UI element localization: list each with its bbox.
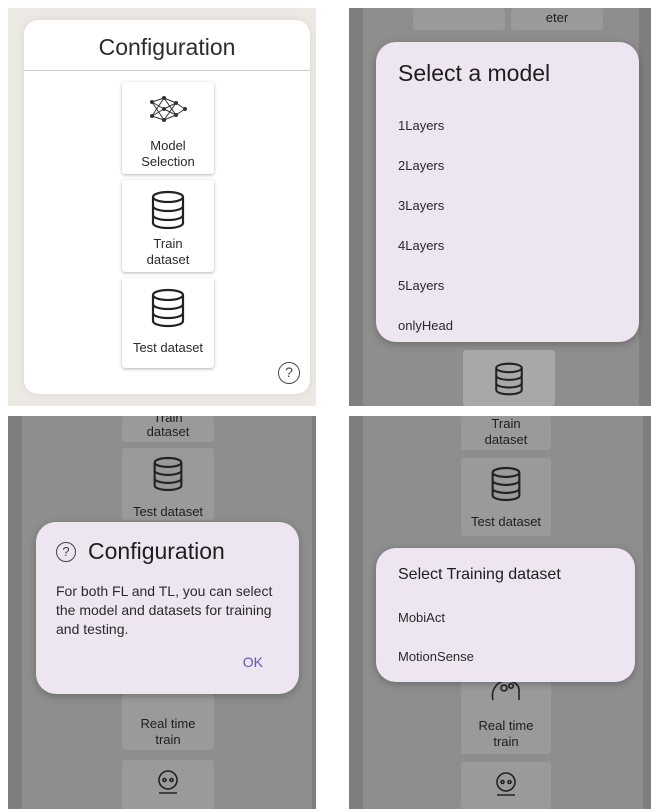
dimmed-tile — [463, 350, 555, 406]
help-icon: ? — [56, 542, 76, 562]
dimmed-tile: Test dataset — [461, 458, 551, 536]
dimmed-test-label: Test dataset — [470, 514, 542, 529]
select-model-screen: eter Select a model 1Layers 2Layers 3Lay… — [349, 8, 651, 406]
train-dataset-button[interactable]: Train dataset — [122, 180, 214, 272]
model-selection-button[interactable]: Model Selection — [122, 82, 214, 174]
model-option-2layers[interactable]: 2Layers — [398, 158, 444, 173]
dimmed-train-label-line1: Train — [491, 416, 521, 431]
dataset-option-motionsense[interactable]: MotionSense — [398, 649, 474, 664]
dimmed-tile-label: eter — [545, 10, 569, 25]
robot-icon — [158, 770, 178, 794]
configuration-help-screen: Train dataset Test dataset Real time tra… — [8, 416, 316, 809]
test-dataset-button[interactable]: Test dataset — [122, 278, 214, 368]
dimmed-tile — [461, 762, 551, 809]
dataset-option-mobiact[interactable]: MobiAct — [398, 610, 445, 625]
configuration-help-dialog: ? Configuration For both FL and TL, you … — [36, 522, 299, 694]
dimmed-train-label-line2: dataset — [484, 432, 528, 447]
dimmed-test-label: Test dataset — [132, 504, 204, 519]
ok-button[interactable]: OK — [243, 654, 263, 670]
dialog-message: For both FL and TL, you can select the m… — [56, 583, 273, 637]
help-icon[interactable]: ? — [278, 362, 300, 384]
train-dataset-label-line1: Train — [153, 236, 183, 251]
dimmed-tile: Test dataset — [122, 448, 214, 520]
dimmed-train-label-line2: dataset — [146, 424, 190, 439]
select-training-dataset-screen: Train dataset Test dataset Real time tra… — [349, 416, 651, 809]
dimmed-realtime-label-line2: train — [493, 734, 519, 749]
test-dataset-label: Test dataset — [132, 340, 204, 355]
configuration-card: Configuration Model Selection Train data… — [24, 20, 310, 394]
database-icon — [151, 288, 185, 328]
dialog-title: Configuration — [88, 538, 225, 564]
model-option-3layers[interactable]: 3Layers — [398, 198, 444, 213]
dialog-title: Select a model — [398, 60, 551, 86]
select-model-dialog: Select a model 1Layers 2Layers 3Layers 4… — [376, 42, 639, 342]
page-title: Configuration — [98, 34, 236, 60]
dimmed-tile: Train dataset — [461, 416, 551, 450]
model-selection-label-line2: Selection — [141, 154, 195, 169]
model-option-1layers[interactable]: 1Layers — [398, 118, 444, 133]
robot-icon — [496, 772, 516, 796]
database-icon — [151, 190, 185, 230]
dimmed-tile — [122, 760, 214, 809]
model-option-5layers[interactable]: 5Layers — [398, 278, 444, 293]
model-option-onlyhead[interactable]: onlyHead — [398, 318, 453, 333]
dimmed-realtime-label-line2: train — [155, 732, 181, 747]
dimmed-tile: Train dataset — [122, 416, 214, 442]
dimmed-tile: eter — [511, 8, 603, 30]
database-icon — [491, 466, 521, 502]
dimmed-tile: Real time train — [122, 688, 214, 750]
train-dataset-label-line2: dataset — [146, 252, 190, 267]
dimmed-tile: Real time train — [461, 676, 551, 754]
model-option-4layers[interactable]: 4Layers — [398, 238, 444, 253]
title-divider — [24, 70, 310, 71]
configuration-screen: Configuration Model Selection Train data… — [8, 8, 316, 406]
dialog-title: Select Training dataset — [398, 566, 561, 583]
model-selection-label-line1: Model — [150, 138, 186, 153]
dimmed-realtime-label-line1: Real time — [478, 718, 534, 733]
neural-network-icon — [150, 96, 187, 122]
database-icon — [495, 362, 523, 396]
database-icon — [153, 456, 183, 492]
dimmed-tile — [413, 8, 505, 30]
select-training-dataset-dialog: Select Training dataset MobiAct MotionSe… — [376, 548, 635, 682]
dimmed-realtime-label-line1: Real time — [140, 716, 196, 731]
